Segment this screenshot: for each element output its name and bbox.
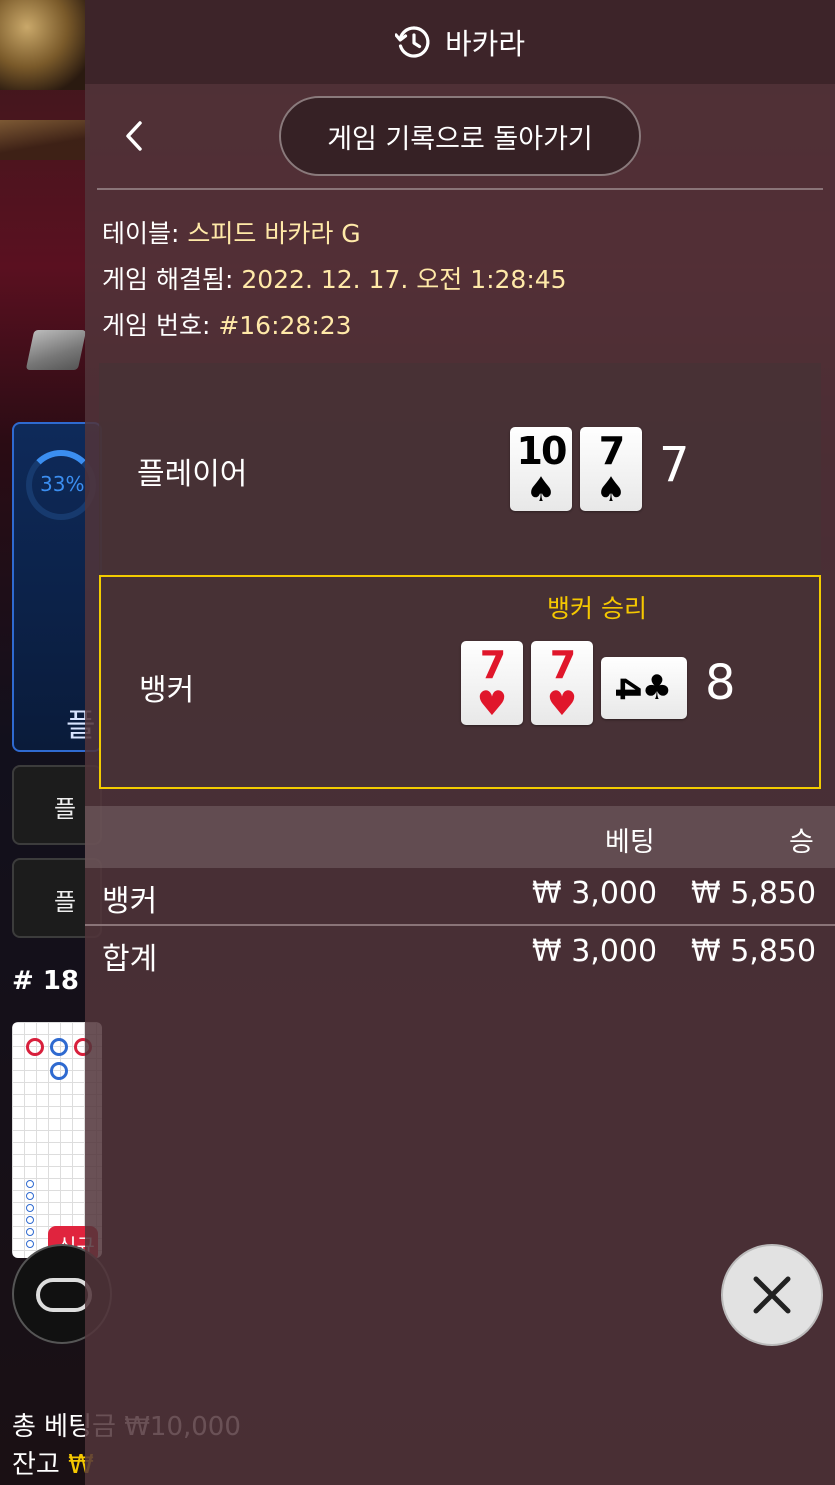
info-table-label: 테이블:: [102, 219, 180, 248]
chevron-left-icon: [126, 121, 142, 151]
card-suit: ♥: [476, 684, 508, 724]
banker-third-card: 4 ♣: [601, 657, 687, 719]
road-marker-small: [26, 1216, 34, 1224]
road-marker-player: [50, 1038, 68, 1056]
background-progress-text: 33%: [40, 472, 85, 496]
game-history-panel: 바카라 게임 기록으로 돌아가기 테이블: 스피드 바카라 G 게임 해결됨: …: [85, 0, 835, 1485]
card-suit: ♠: [595, 470, 627, 510]
player-hand: 플레이어 10 ♠ 7 ♠ 7: [99, 363, 821, 575]
table-row: 뱅커 ₩ 3,000 ₩ 5,850: [85, 868, 835, 924]
row-name: 뱅커: [102, 884, 158, 919]
road-marker-small: [26, 1204, 34, 1212]
player-card: 7 ♠: [580, 427, 642, 511]
panel-title-group: 바카라: [394, 21, 526, 63]
info-resolved: 게임 해결됨: 2022. 12. 17. 오전 1:28:45: [102, 260, 567, 296]
back-navigation-row: 게임 기록으로 돌아가기: [85, 84, 835, 190]
panel-header: 바카라: [85, 0, 835, 84]
banker-win-label: 뱅커 승리: [547, 594, 647, 623]
card-rank: 7: [479, 643, 506, 687]
banker-card: 7 ♥: [531, 641, 593, 725]
row-name: 합계: [102, 942, 158, 977]
background-balance-label: 잔고: [12, 1450, 60, 1480]
road-marker-player: [50, 1062, 68, 1080]
card-rank: 4: [606, 677, 647, 699]
close-button[interactable]: [721, 1244, 823, 1346]
road-marker-small: [26, 1192, 34, 1200]
panel-title: 바카라: [444, 27, 526, 61]
info-game-number: 게임 번호: #16:28:23: [102, 306, 352, 342]
card-suit: ♥: [546, 684, 578, 724]
table-row-total: 합계 ₩ 3,000 ₩ 5,850: [85, 926, 835, 982]
row-bet: ₩ 3,000: [532, 934, 658, 969]
road-marker-banker: [26, 1038, 44, 1056]
bets-table-header: 베팅 승: [85, 806, 835, 868]
info-number-value: #16:28:23: [218, 311, 352, 340]
player-card: 10 ♠: [510, 427, 572, 511]
info-table-value: 스피드 바카라 G: [187, 219, 361, 248]
banker-total: 8: [705, 655, 736, 711]
win-column-header: 승: [789, 827, 814, 858]
banker-hand: 뱅커 승리 뱅커 7 ♥ 7 ♥ 4 ♣ 8: [99, 575, 821, 789]
card-rank: 7: [598, 429, 625, 473]
history-icon: [394, 26, 430, 58]
background-card-shoe: [25, 330, 87, 370]
background-side-bet-label: 플: [54, 888, 77, 916]
close-icon: [753, 1276, 791, 1314]
card-suit: ♠: [525, 470, 557, 510]
background-round-count: # 18: [12, 966, 80, 996]
info-table: 테이블: 스피드 바카라 G: [102, 214, 361, 250]
card-rank: 7: [549, 643, 576, 687]
banker-card: 7 ♥: [461, 641, 523, 725]
back-to-history-button[interactable]: 게임 기록으로 돌아가기: [279, 96, 641, 176]
road-marker-small: [26, 1180, 34, 1188]
background-decor: [0, 120, 90, 160]
back-button[interactable]: [121, 116, 147, 156]
background-roulette-decor: [0, 0, 90, 90]
road-marker-small: [26, 1228, 34, 1236]
row-win: ₩ 5,850: [691, 934, 817, 969]
bet-column-header: 베팅: [605, 827, 655, 858]
background-side-bet-label: 플: [54, 795, 77, 823]
info-resolved-label: 게임 해결됨:: [102, 265, 234, 294]
row-win: ₩ 5,850: [691, 876, 817, 911]
lobby-icon: [36, 1278, 92, 1312]
player-total: 7: [659, 437, 690, 493]
info-number-label: 게임 번호:: [102, 311, 211, 340]
header-divider: [97, 188, 823, 190]
banker-label: 뱅커: [139, 673, 195, 708]
card-rank: 10: [516, 429, 568, 473]
info-resolved-value: 2022. 12. 17. 오전 1:28:45: [241, 265, 567, 294]
road-marker-small: [26, 1240, 34, 1248]
player-label: 플레이어: [137, 457, 248, 492]
row-bet: ₩ 3,000: [532, 876, 658, 911]
background-balance: 잔고 ₩: [12, 1444, 94, 1481]
